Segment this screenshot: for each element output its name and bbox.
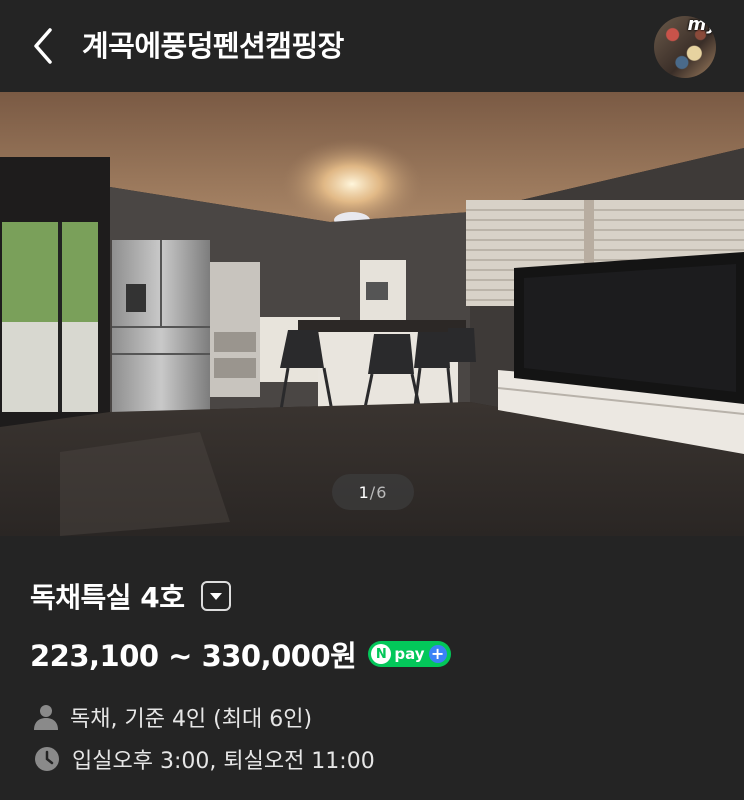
npay-plus-icon: + [428, 645, 447, 663]
page-title: 계곡에풍덩펜션캠핑장 [82, 29, 344, 63]
my-label: my [687, 16, 717, 35]
room-name-row: 독채특실 4호 [30, 576, 231, 616]
person-icon [34, 705, 58, 730]
npay-n-logo: N [371, 644, 392, 664]
current-page: 1 [358, 482, 370, 502]
room-photo-gallery[interactable]: 1 / 6 [0, 92, 744, 536]
checkin-checkout-row: 입실오후 3:00, 퇴실오전 11:00 [34, 742, 375, 776]
chevron-left-icon [34, 28, 52, 64]
total-pages: 6 [376, 482, 388, 502]
clock-icon [35, 747, 59, 771]
photo-page-indicator: 1 / 6 [332, 474, 414, 510]
room-name: 독채특실 4호 [30, 581, 185, 614]
capacity-row: 독채, 기준 4인 (최대 6인) [34, 700, 312, 734]
my-profile-button[interactable]: my [654, 16, 716, 78]
top-bar: 계곡에풍덩펜션캠핑장 my [0, 0, 744, 92]
checkin-checkout-text: 입실오후 3:00, 퇴실오전 11:00 [72, 749, 375, 774]
price-row: 223,100 ~ 330,000원 N pay + [30, 634, 451, 674]
room-photo [0, 92, 744, 536]
capacity-text: 독채, 기준 4인 (최대 6인) [70, 707, 313, 732]
caret-down-icon [209, 593, 222, 600]
npay-plus-badge: N pay + [368, 641, 451, 667]
back-button[interactable] [26, 24, 66, 68]
npay-label: pay [394, 645, 425, 663]
price-range: 223,100 ~ 330,000원 [30, 639, 357, 673]
room-dropdown-button[interactable] [200, 581, 231, 611]
